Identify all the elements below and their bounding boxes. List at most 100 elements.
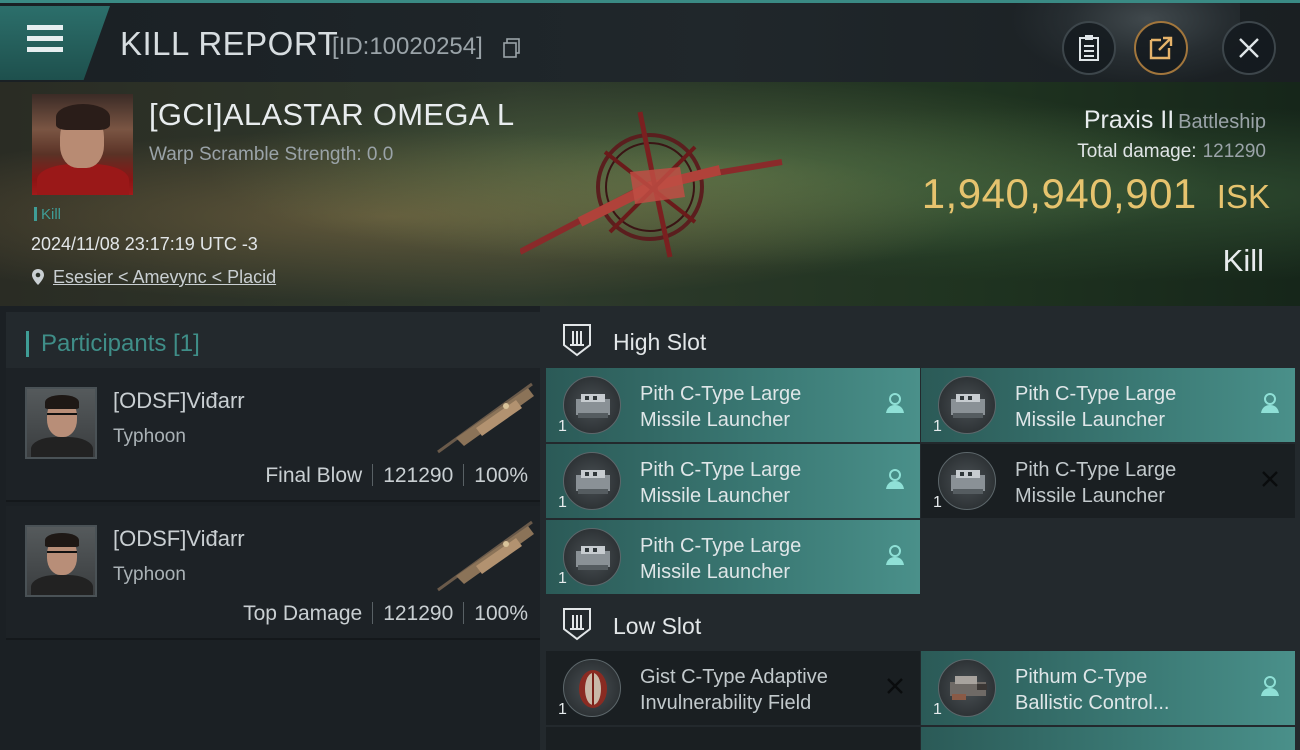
module-name-line1: Pith C-Type Large <box>640 535 802 557</box>
high-slot-item[interactable]: 1 Pith C-Type Large Missile Launcher <box>546 444 920 518</box>
clipboard-icon <box>1079 35 1099 61</box>
clipboard-button[interactable] <box>1062 21 1116 75</box>
location-pin-icon <box>32 269 44 285</box>
module-quantity: 1 <box>933 418 942 435</box>
fitting-panel: High Slot 1 Pith C-Type Large Missile Lau… <box>540 306 1300 750</box>
participants-title: Participants [1] <box>41 330 200 357</box>
page-title: KILL REPORT <box>120 25 339 62</box>
dropped-person-icon <box>886 545 904 565</box>
participant-percent: 100% <box>474 464 528 487</box>
header-decoration <box>1010 3 1240 85</box>
module-name: Pith C-Type Large Missile Launcher <box>640 457 870 509</box>
module-name: Pith C-Type Large Missile Launcher <box>640 533 870 585</box>
dropped-person-icon <box>1261 676 1279 696</box>
low-slot-item[interactable]: 1 Pithum C-Type Ballistic Control... <box>921 651 1295 725</box>
module-quantity: 1 <box>933 701 942 718</box>
module-icon <box>563 528 621 586</box>
low-slot-icon <box>563 608 591 641</box>
kill-tag: Kill <box>34 206 61 223</box>
module-name-line2: Missile Launcher <box>640 561 791 583</box>
module-name: Pith C-Type Large Missile Launcher <box>640 381 870 433</box>
participant-damage: 121290 <box>383 602 454 625</box>
kill-datetime: 2024/11/08 23:17:19 UTC -3 <box>31 234 258 254</box>
participant-percent: 100% <box>474 602 528 625</box>
result-label: Kill <box>1222 243 1264 278</box>
participant-ship-image <box>437 520 534 592</box>
module-icon <box>938 659 996 717</box>
participant-role: Final Blow <box>265 464 363 487</box>
module-name-line1: Pithum C-Type <box>1015 666 1148 688</box>
module-name-line1: Pith C-Type Large <box>640 459 802 481</box>
module-icon <box>563 452 621 510</box>
dropped-person-icon <box>886 393 904 413</box>
victim-ship-image <box>520 111 783 258</box>
dropped-person-icon <box>1261 393 1279 413</box>
module-quantity: 1 <box>558 494 567 511</box>
participants-panel: Participants [1] [ODSF]Viđarr Typhoon Fi… <box>0 306 540 750</box>
warp-scramble-strength: Warp Scramble Strength: 0.0 <box>149 144 394 165</box>
high-slot-header: High Slot <box>546 310 1300 370</box>
isk-unit: ISK <box>1216 178 1270 215</box>
module-name: Gist C-Type Adaptive Invulnerability Fiel… <box>640 664 870 716</box>
ship-name: Praxis II Battleship <box>1084 106 1266 135</box>
victim-name[interactable]: [GCI]ALASTAR OMEGA L <box>149 97 514 133</box>
destroyed-x-icon <box>887 678 903 694</box>
dropped-person-icon <box>886 469 904 489</box>
participant-ship: Typhoon <box>113 564 186 585</box>
participant-avatar <box>25 525 97 597</box>
ship-class: Battleship <box>1178 111 1266 133</box>
close-button[interactable] <box>1222 21 1276 75</box>
module-name-line1: Pith C-Type Large <box>640 383 802 405</box>
participant-role: Top Damage <box>243 602 363 625</box>
share-button[interactable] <box>1134 21 1188 75</box>
low-slot-title: Low Slot <box>613 613 702 639</box>
module-name-line2: Invulnerability Field <box>640 692 812 714</box>
module-name-line2: Ballistic Control... <box>1015 692 1170 714</box>
participant-stats: Final Blow 121290 100% <box>265 464 528 488</box>
location-link[interactable]: Esesier < Amevync < Placid <box>31 267 276 288</box>
high-slot-item[interactable]: 1 Pith C-Type Large Missile Launcher <box>921 368 1295 442</box>
close-icon <box>1239 38 1259 58</box>
total-damage-value: 121290 <box>1202 141 1266 162</box>
header-bar: KILL REPORT [ID:10020254] <box>0 0 1300 85</box>
participant-name: [ODSF]Viđarr <box>113 526 245 551</box>
low-slot-item-partial[interactable] <box>546 727 920 750</box>
high-slot-title: High Slot <box>613 329 707 355</box>
location-text: Esesier < Amevync < Placid <box>53 267 277 287</box>
kill-tag-label: Kill <box>41 206 62 223</box>
high-slot-item[interactable]: 1 Pith C-Type Large Missile Launcher <box>921 444 1295 518</box>
high-slot-item[interactable]: 1 Pith C-Type Large Missile Launcher <box>546 368 920 442</box>
participant-ship: Typhoon <box>113 426 186 447</box>
participant-row[interactable]: [ODSF]Viđarr Typhoon Top Damage 121290 100… <box>6 506 540 640</box>
copy-icon[interactable] <box>503 38 521 58</box>
isk-amount: 1,940,940,901 <box>921 170 1197 217</box>
module-name: Pithum C-Type Ballistic Control... <box>1015 664 1245 716</box>
module-name-line2: Missile Launcher <box>640 485 791 507</box>
module-name-line2: Missile Launcher <box>640 409 791 431</box>
participant-avatar <box>25 387 97 459</box>
low-slot-item[interactable]: 1 Gist C-Type Adaptive Invulnerability Fi… <box>546 651 920 725</box>
participant-ship-image <box>437 382 534 454</box>
module-name-line1: Pith C-Type Large <box>1015 383 1177 405</box>
low-slot-item-partial[interactable] <box>921 727 1295 750</box>
module-name-line2: Missile Launcher <box>1015 485 1166 507</box>
participant-damage: 121290 <box>383 464 454 487</box>
high-slot-icon <box>563 324 591 357</box>
participant-name: [ODSF]Viđarr <box>113 388 245 413</box>
module-quantity: 1 <box>558 701 567 718</box>
total-damage-label: Total damage: <box>1077 141 1197 162</box>
participant-stats: Top Damage 121290 100% <box>243 602 528 626</box>
module-quantity: 1 <box>558 418 567 435</box>
participants-header: Participants [1] <box>6 312 540 368</box>
participant-row[interactable]: [ODSF]Viđarr Typhoon Final Blow 121290 100… <box>6 368 540 502</box>
victim-portrait[interactable] <box>32 94 133 195</box>
high-slot-item[interactable]: 1 Pith C-Type Large Missile Launcher <box>546 520 920 594</box>
total-damage: Total damage: 121290 <box>1077 141 1266 163</box>
module-name: Pith C-Type Large Missile Launcher <box>1015 381 1245 433</box>
module-quantity: 1 <box>933 494 942 511</box>
module-icon <box>938 452 996 510</box>
module-icon <box>563 659 621 717</box>
menu-icon[interactable] <box>27 25 63 53</box>
module-icon <box>938 376 996 434</box>
destroyed-x-icon <box>1262 471 1278 487</box>
